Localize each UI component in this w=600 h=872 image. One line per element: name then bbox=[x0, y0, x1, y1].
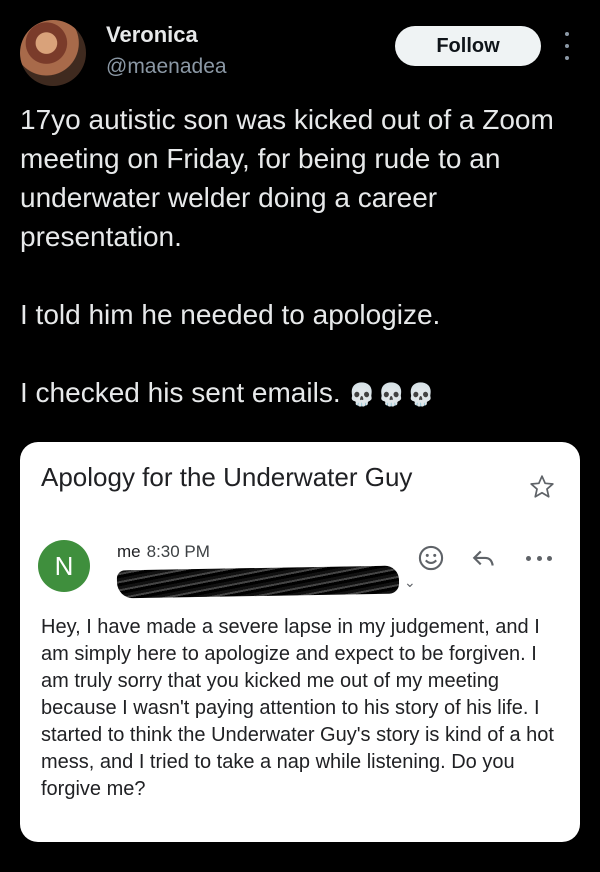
sender-line: me 8:30 PM bbox=[117, 542, 210, 562]
dots-icon[interactable] bbox=[526, 556, 552, 562]
sender-name: me bbox=[117, 542, 141, 561]
more-icon[interactable] bbox=[563, 32, 571, 60]
redacted-recipient bbox=[116, 565, 400, 599]
email-subject: Apology for the Underwater Guy bbox=[41, 462, 413, 492]
tweet-line-3: I checked his sent emails. bbox=[20, 377, 341, 408]
skull-emoji: 💀💀💀 bbox=[348, 382, 437, 407]
tweet-line-1: 17yo autistic son was kicked out of a Zo… bbox=[20, 104, 562, 252]
star-icon[interactable] bbox=[529, 474, 555, 500]
email-screenshot: Apology for the Underwater Guy N me 8:30 … bbox=[20, 442, 580, 842]
user-handle[interactable]: @maenadea bbox=[106, 55, 227, 79]
sent-time: 8:30 PM bbox=[146, 542, 210, 561]
avatar[interactable] bbox=[20, 20, 86, 86]
sender-avatar: N bbox=[38, 540, 90, 592]
follow-button[interactable]: Follow bbox=[395, 26, 541, 66]
chevron-down-icon[interactable]: ⌄ bbox=[404, 574, 416, 591]
email-body: Hey, I have made a severe lapse in my ju… bbox=[41, 616, 554, 800]
display-name[interactable]: Veronica bbox=[106, 22, 198, 48]
tweet-text: 17yo autistic son was kicked out of a Zo… bbox=[20, 100, 580, 414]
reply-icon[interactable] bbox=[470, 546, 498, 572]
smile-icon[interactable] bbox=[417, 544, 445, 572]
tweet-line-2: I told him he needed to apologize. bbox=[20, 299, 441, 330]
